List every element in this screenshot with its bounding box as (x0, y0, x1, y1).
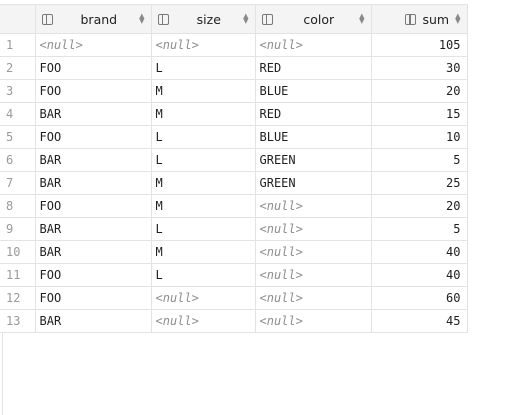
cell-size[interactable]: L (151, 148, 256, 172)
cell-size[interactable]: <null> (151, 33, 256, 57)
cell-size[interactable]: <null> (151, 286, 256, 310)
row-number[interactable]: 2 (0, 56, 36, 80)
column-header-sum[interactable]: sum ▲ ▼ (371, 4, 468, 34)
row-number-header (0, 4, 36, 34)
sort-icon[interactable]: ▲ ▼ (139, 13, 144, 25)
cell-brand[interactable]: BAR (35, 217, 152, 241)
cell-sum[interactable]: 10 (371, 125, 468, 149)
cell-sum[interactable]: 30 (371, 56, 468, 80)
cell-color[interactable]: <null> (255, 263, 372, 287)
cell-color[interactable]: <null> (255, 286, 372, 310)
cell-sum[interactable]: 20 (371, 79, 468, 103)
cell-brand[interactable]: FOO (35, 125, 152, 149)
table-row[interactable]: 8 FOO M <null> 20 (0, 194, 468, 218)
table-row[interactable]: 7 BAR M GREEN 25 (0, 171, 468, 195)
cell-brand[interactable]: FOO (35, 263, 152, 287)
cell-sum[interactable]: 40 (371, 240, 468, 264)
table-row[interactable]: 9 BAR L <null> 5 (0, 217, 468, 241)
cell-size[interactable]: M (151, 171, 256, 195)
cell-color[interactable]: <null> (255, 33, 372, 57)
row-number[interactable]: 7 (0, 171, 36, 195)
cell-color[interactable]: <null> (255, 240, 372, 264)
sort-icon[interactable]: ▲ ▼ (359, 13, 364, 25)
cell-brand[interactable]: BAR (35, 240, 152, 264)
cell-color[interactable]: <null> (255, 309, 372, 333)
cell-brand[interactable]: FOO (35, 56, 152, 80)
column-icon (405, 13, 417, 25)
cell-brand[interactable]: FOO (35, 286, 152, 310)
row-number[interactable]: 6 (0, 148, 36, 172)
column-header-size[interactable]: size ▲ ▼ (151, 4, 256, 34)
cell-sum[interactable]: 25 (371, 171, 468, 195)
result-grid: brand ▲ ▼ size ▲ ▼ color ▲ ▼ sum ▲ ▼ 1 <… (0, 4, 468, 333)
column-icon (261, 13, 273, 25)
cell-brand[interactable]: <null> (35, 33, 152, 57)
table-row[interactable]: 10 BAR M <null> 40 (0, 240, 468, 264)
table-row[interactable]: 4 BAR M RED 15 (0, 102, 468, 126)
cell-color[interactable]: RED (255, 56, 372, 80)
cell-brand[interactable]: BAR (35, 102, 152, 126)
column-header-color[interactable]: color ▲ ▼ (255, 4, 372, 34)
row-number[interactable]: 4 (0, 102, 36, 126)
sort-icon[interactable]: ▲ ▼ (455, 13, 460, 25)
column-header-label: color (303, 11, 335, 27)
cell-brand[interactable]: BAR (35, 309, 152, 333)
cell-sum[interactable]: 5 (371, 148, 468, 172)
cell-color[interactable]: <null> (255, 194, 372, 218)
cell-sum[interactable]: 40 (371, 263, 468, 287)
table-row[interactable]: 5 FOO L BLUE 10 (0, 125, 468, 149)
cell-color[interactable]: BLUE (255, 125, 372, 149)
cell-size[interactable]: L (151, 125, 256, 149)
row-number[interactable]: 12 (0, 286, 36, 310)
cell-size[interactable]: M (151, 79, 256, 103)
table-row[interactable]: 11 FOO L <null> 40 (0, 263, 468, 287)
cell-color[interactable]: BLUE (255, 79, 372, 103)
cell-sum[interactable]: 105 (371, 33, 468, 57)
grid-body: 1 <null> <null> <null> 105 2 FOO L RED 30 3 FOO M BLU… (0, 33, 468, 333)
table-row[interactable]: 13 BAR <null> <null> 45 (0, 309, 468, 333)
cell-sum[interactable]: 20 (371, 194, 468, 218)
table-row[interactable]: 3 FOO M BLUE 20 (0, 79, 468, 103)
row-number[interactable]: 1 (0, 33, 36, 57)
cell-brand[interactable]: FOO (35, 194, 152, 218)
cell-brand[interactable]: BAR (35, 171, 152, 195)
row-number[interactable]: 5 (0, 125, 36, 149)
row-number[interactable]: 11 (0, 263, 36, 287)
row-number[interactable]: 3 (0, 79, 36, 103)
cell-color[interactable]: GREEN (255, 148, 372, 172)
column-header-label: brand (80, 11, 118, 27)
cell-sum[interactable]: 45 (371, 309, 468, 333)
cell-sum[interactable]: 5 (371, 217, 468, 241)
cell-size[interactable]: L (151, 56, 256, 80)
cell-size[interactable]: M (151, 240, 256, 264)
cell-brand[interactable]: FOO (35, 79, 152, 103)
table-row[interactable]: 12 FOO <null> <null> 60 (0, 286, 468, 310)
cell-color[interactable]: <null> (255, 217, 372, 241)
cell-color[interactable]: GREEN (255, 171, 372, 195)
row-number[interactable]: 9 (0, 217, 36, 241)
row-number[interactable]: 8 (0, 194, 36, 218)
sort-icon[interactable]: ▲ ▼ (243, 13, 248, 25)
column-header-brand[interactable]: brand ▲ ▼ (35, 4, 152, 34)
cell-color[interactable]: RED (255, 102, 372, 126)
cell-brand[interactable]: BAR (35, 148, 152, 172)
cell-sum[interactable]: 15 (371, 102, 468, 126)
header-row: brand ▲ ▼ size ▲ ▼ color ▲ ▼ sum ▲ ▼ (0, 4, 468, 34)
cell-size[interactable]: <null> (151, 309, 256, 333)
cell-sum[interactable]: 60 (371, 286, 468, 310)
table-row[interactable]: 2 FOO L RED 30 (0, 56, 468, 80)
column-icon (157, 13, 169, 25)
column-header-label: sum (422, 11, 450, 27)
cell-size[interactable]: L (151, 263, 256, 287)
table-row[interactable]: 6 BAR L GREEN 5 (0, 148, 468, 172)
cell-size[interactable]: M (151, 194, 256, 218)
cell-size[interactable]: L (151, 217, 256, 241)
column-icon (41, 13, 53, 25)
cell-size[interactable]: M (151, 102, 256, 126)
row-number[interactable]: 13 (0, 309, 36, 333)
row-number[interactable]: 10 (0, 240, 36, 264)
column-header-label: size (196, 11, 221, 27)
table-row[interactable]: 1 <null> <null> <null> 105 (0, 33, 468, 57)
